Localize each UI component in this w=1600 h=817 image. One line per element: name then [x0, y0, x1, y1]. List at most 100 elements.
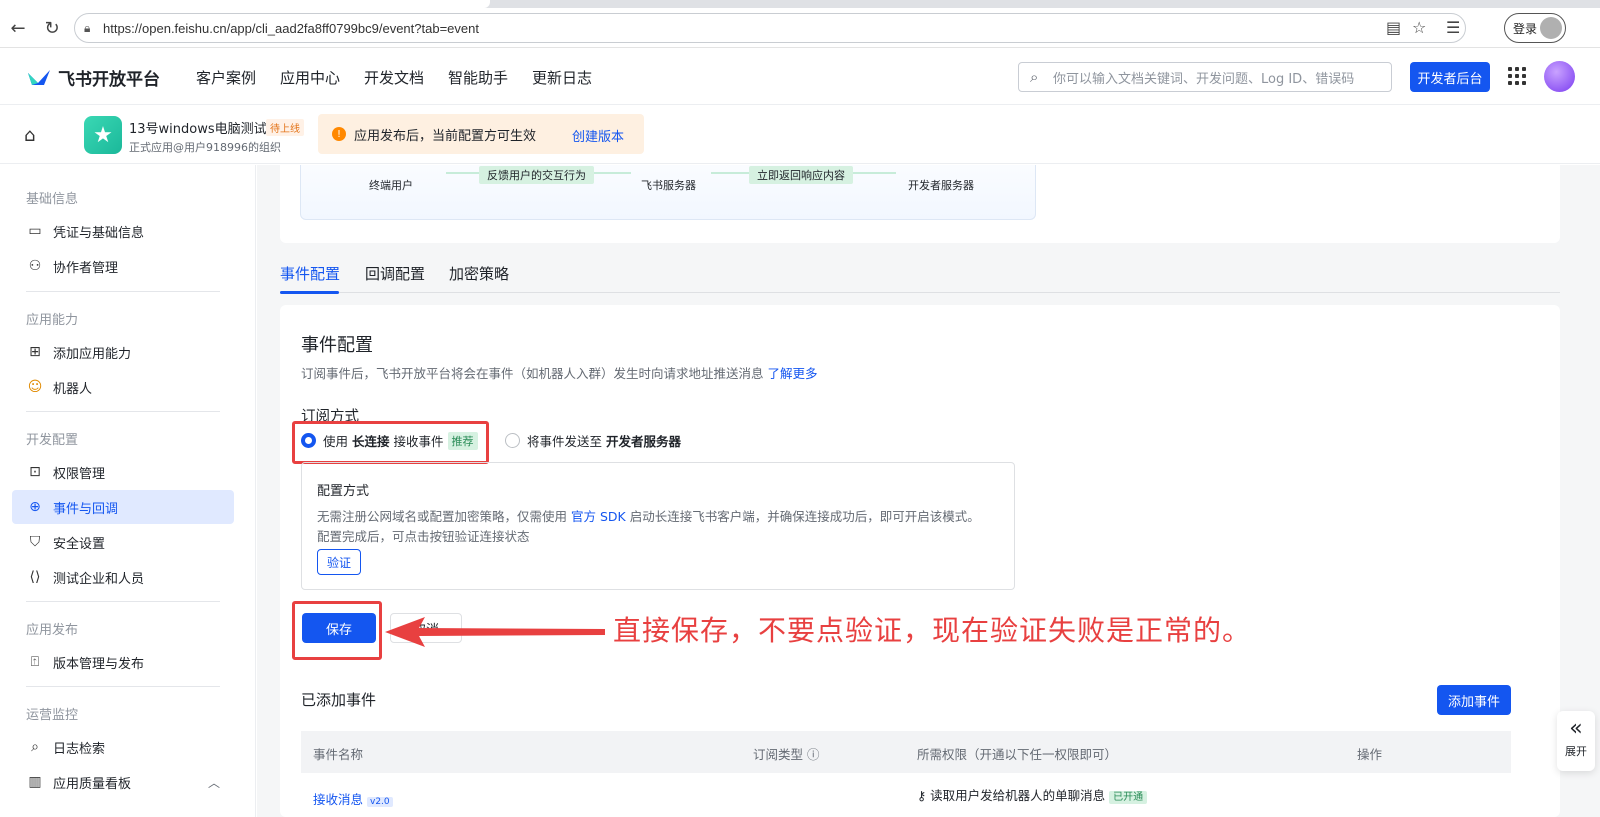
permission-cell: ⚷ 读取用户发给机器人的单聊消息 已开通	[917, 785, 1148, 804]
favorite-star-icon[interactable]: ☆	[1412, 18, 1426, 37]
main-content: 终端用户 反馈用户的交互行为 飞书服务器 立即返回响应内容 开发者服务器 事件配…	[257, 165, 1600, 817]
shield-icon: ⛉	[29, 534, 41, 550]
learn-more-link[interactable]: 了解更多	[768, 366, 818, 381]
browser-tab[interactable]	[0, 0, 490, 8]
code-icon: ⟨⟩	[29, 569, 41, 585]
reader-mode-icon[interactable]: ▤	[1386, 18, 1401, 37]
config-mode-text: 无需注册公网域名或配置加密策略，仅需使用 官方 SDK 启动长连接飞书客户端，并…	[317, 506, 980, 525]
config-mode-title: 配置方式	[317, 484, 370, 499]
feishu-logo[interactable]: 飞书开放平台	[26, 65, 160, 90]
nav-customer-cases[interactable]: 客户案例	[196, 67, 256, 88]
sidebar-item-log-search[interactable]: ⌕ 日志检索	[12, 730, 234, 764]
sidebar-item-versions[interactable]: ⍐ 版本管理与发布	[12, 645, 234, 679]
sidebar-item-robot[interactable]: ☺ 机器人	[12, 370, 234, 404]
user-add-icon: ⚇	[28, 258, 42, 274]
active-tab-indicator	[280, 291, 339, 294]
official-sdk-link[interactable]: 官方 SDK	[571, 509, 626, 524]
annotation-arrow	[385, 617, 605, 647]
version-badge: v2.0	[367, 797, 393, 807]
divider	[26, 411, 220, 412]
section-title: 基础信息	[26, 192, 79, 207]
column-header: 操作	[1357, 747, 1383, 762]
app-subtitle: 正式应用@用户918996的组织	[129, 141, 281, 154]
favorites-list-icon[interactable]: ☰	[1446, 18, 1460, 37]
sidebar-item-events[interactable]: ⊕ 事件与回调	[12, 490, 234, 524]
feishu-bird-icon	[28, 69, 50, 85]
config-mode-box: 配置方式 无需注册公网域名或配置加密策略，仅需使用 官方 SDK 启动长连接飞书…	[301, 462, 1015, 590]
reload-icon[interactable]: ↻	[38, 14, 66, 42]
section-title: 应用发布	[26, 623, 79, 638]
annotation-text: 直接保存，不要点验证，现在验证失败是正常的。	[613, 614, 1252, 647]
permission-text: 读取用户发给机器人的单聊消息	[930, 788, 1106, 803]
sidebar-item-label: 日志检索	[53, 741, 106, 757]
sidebar-item-collaborators[interactable]: ⚇ 协作者管理	[12, 249, 234, 283]
app-grid-icon[interactable]	[1508, 67, 1526, 85]
sidebar-item-quality-board[interactable]: ▥ 应用质量看板 ︿	[12, 765, 234, 799]
sidebar-item-security[interactable]: ⛉ 安全设置	[12, 525, 234, 559]
sidebar-item-label: 添加应用能力	[53, 346, 132, 362]
expand-panel-button[interactable]: « 展开	[1557, 711, 1595, 771]
user-avatar[interactable]	[1544, 61, 1575, 92]
nav-changelog[interactable]: 更新日志	[532, 67, 592, 88]
create-version-link[interactable]: 创建版本	[572, 126, 624, 145]
column-header-label: 订阅类型	[753, 747, 804, 762]
upload-icon: ⍐	[30, 654, 40, 670]
table-header: 事件名称 订阅类型 ⓘ 所需权限（开通以下任一权限即可） 操作	[301, 731, 1511, 773]
add-event-button[interactable]: 添加事件	[1437, 685, 1511, 715]
nav-ai-assistant[interactable]: 智能助手	[448, 67, 508, 88]
flow-node-feishu-server: 飞书服务器	[641, 179, 696, 192]
tab-encryption[interactable]: 加密策略	[449, 263, 509, 284]
added-events-title: 已添加事件	[301, 691, 377, 709]
sidebar-item-test-users[interactable]: ⟨⟩ 测试企业和人员	[12, 560, 234, 594]
chart-icon: ▥	[28, 774, 42, 790]
help-icon[interactable]: ⓘ	[807, 747, 820, 762]
nav-app-center[interactable]: 应用中心	[280, 67, 340, 88]
chevron-up-icon[interactable]: ︿	[208, 774, 220, 791]
column-header: 所需权限（开通以下任一权限即可）	[917, 747, 1118, 762]
app-name: 13号windows电脑测试	[129, 122, 267, 137]
warning-icon: !	[332, 127, 346, 141]
app-star-icon: ★	[84, 116, 122, 154]
divider	[26, 601, 220, 602]
profile-avatar-icon	[1540, 17, 1562, 39]
home-icon[interactable]: ⌂	[24, 125, 35, 146]
tab-event-config[interactable]: 事件配置	[280, 263, 340, 284]
tab-callback-config[interactable]: 回调配置	[365, 263, 425, 284]
back-icon[interactable]: ←	[4, 14, 32, 42]
divider	[26, 291, 220, 292]
sidebar-item-credentials[interactable]: ▭ 凭证与基础信息	[12, 214, 234, 248]
credential-icon: ▭	[28, 223, 42, 239]
browser-tab-strip	[0, 0, 1600, 8]
flow-node-dev-server: 开发者服务器	[908, 179, 974, 192]
search-input[interactable]: ⌕ 你可以输入文档关键词、开发问题、Log ID、错误码	[1018, 62, 1392, 92]
event-config-card: 事件配置 订阅事件后，飞书开放平台将会在事件（如机器人入群）发生时向请求地址推送…	[280, 305, 1560, 817]
section-title: 运营监控	[26, 708, 79, 723]
double-chevron-left-icon: «	[1569, 716, 1583, 741]
flow-diagram: 终端用户 反馈用户的交互行为 飞书服务器 立即返回响应内容 开发者服务器	[300, 165, 1036, 220]
notice-text: 应用发布后，当前配置方可生效	[354, 128, 537, 144]
nav-dev-docs[interactable]: 开发文档	[364, 67, 424, 88]
sidebar-item-add-capability[interactable]: ⊞ 添加应用能力	[12, 335, 234, 369]
sidebar-item-permissions[interactable]: ⊡ 权限管理	[12, 455, 234, 489]
event-icon: ⊕	[29, 499, 41, 515]
highlight-box	[292, 421, 489, 464]
search-placeholder: 你可以输入文档关键词、开发问题、Log ID、错误码	[1053, 71, 1355, 87]
permission-status-badge: 已开通	[1109, 791, 1148, 804]
search-icon: ⌕	[1030, 68, 1039, 86]
sidebar-item-label: 权限管理	[53, 466, 106, 482]
flow-diagram-card: 终端用户 反馈用户的交互行为 飞书服务器 立即返回响应内容 开发者服务器	[280, 165, 1560, 243]
sidebar-item-label: 凭证与基础信息	[53, 225, 145, 241]
site-header: 飞书开放平台 客户案例 应用中心 开发文档 智能助手 更新日志 ⌕ 你可以输入文…	[0, 49, 1600, 105]
publish-notice: ! 应用发布后，当前配置方可生效 创建版本	[318, 114, 644, 154]
dev-console-button[interactable]: 开发者后台	[1410, 62, 1490, 92]
radio-dev-server[interactable]: 将事件发送至 开发者服务器	[505, 431, 685, 450]
table-row[interactable]: 接收消息 v2.0	[313, 789, 393, 808]
option-bold: 开发者服务器	[606, 434, 682, 449]
event-name[interactable]: 接收消息	[313, 792, 363, 807]
mode-text: 无需注册公网域名或配置加密策略，仅需使用	[317, 509, 568, 524]
radio-unchecked-icon	[505, 433, 520, 448]
lock-icon: 🔒︎	[84, 21, 91, 35]
profile-login-button[interactable]: 登录	[1504, 13, 1566, 43]
verify-button[interactable]: 验证	[317, 549, 361, 575]
address-bar[interactable]: 🔒︎ https://open.feishu.cn/app/cli_aad2fa…	[74, 13, 1466, 43]
